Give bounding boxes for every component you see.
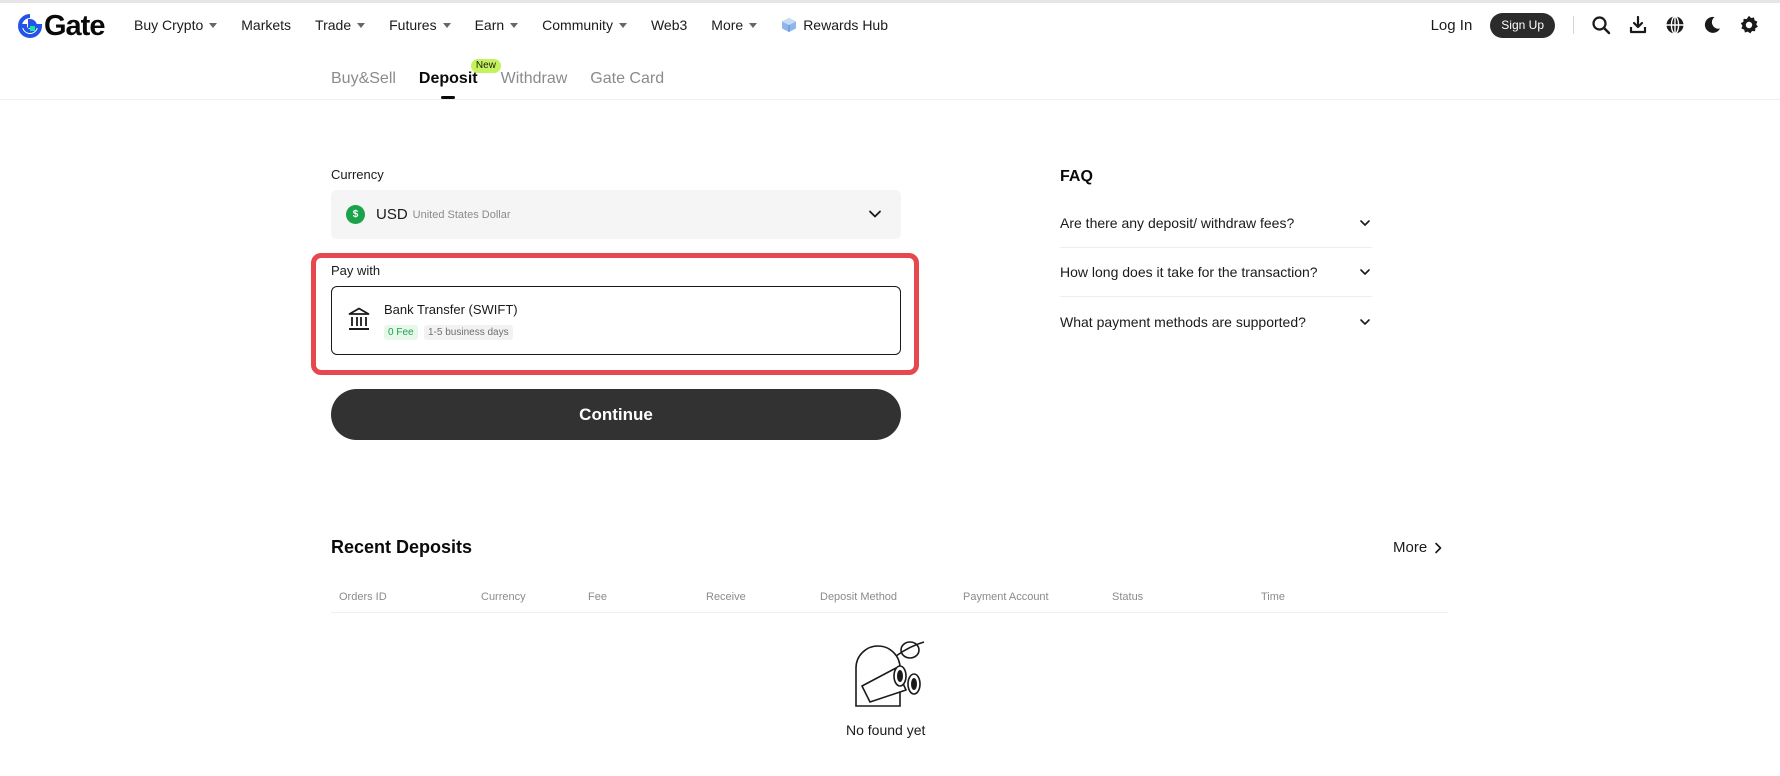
faq-item-fees[interactable]: Are there any deposit/ withdraw fees? [1060, 199, 1372, 248]
caret-down-icon [357, 22, 366, 28]
nav-trade[interactable]: Trade [315, 3, 366, 47]
column-status: Status [1112, 591, 1144, 603]
new-badge: New [470, 59, 501, 73]
nav-futures[interactable]: Futures [389, 3, 451, 47]
caret-down-icon [618, 22, 627, 28]
signup-button[interactable]: Sign Up [1490, 12, 1555, 38]
caret-down-icon [510, 22, 519, 28]
caret-down-icon [209, 22, 218, 28]
chevron-down-icon [1360, 269, 1370, 275]
bank-icon [348, 307, 370, 330]
nav-label: Web3 [650, 17, 688, 33]
caret-down-icon [442, 22, 451, 28]
nav-buy-crypto[interactable]: Buy Crypto [134, 3, 218, 47]
header-actions: Log In Sign Up [1431, 3, 1780, 47]
nav-rewards-hub[interactable]: Rewards Hub [781, 3, 888, 47]
nav-markets[interactable]: Markets [241, 3, 291, 47]
currency-select[interactable]: $ USD United States Dollar [331, 190, 901, 239]
nav-label: Earn [474, 17, 505, 33]
nav-label: More [711, 17, 744, 33]
chevron-down-icon [869, 210, 881, 218]
payment-method-title: Bank Transfer (SWIFT) [384, 302, 518, 317]
currency-code: USD [376, 206, 408, 223]
nav-label: Trade [315, 17, 352, 33]
recent-deposits-more-link[interactable]: More [1393, 539, 1443, 556]
download-icon[interactable] [1627, 14, 1649, 36]
header-divider [1573, 16, 1574, 34]
payment-method-bank-transfer[interactable]: Bank Transfer (SWIFT) 0 Fee 1-5 business… [331, 286, 901, 355]
top-header: Gate Buy Crypto Markets Trade Futures Ea… [0, 3, 1780, 47]
empty-state-text: No found yet [846, 722, 926, 738]
nav-more[interactable]: More [711, 3, 758, 47]
gift-box-icon [782, 18, 797, 32]
column-fee: Fee [588, 591, 607, 603]
tab-buy-sell[interactable]: Buy&Sell [331, 48, 396, 99]
main-nav: Buy Crypto Markets Trade Futures Earn Co… [134, 3, 912, 47]
tab-withdraw[interactable]: Withdraw [501, 48, 568, 99]
faq-question: What payment methods are supported? [1060, 313, 1306, 330]
faq-title: FAQ [1060, 168, 1093, 185]
login-link[interactable]: Log In [1431, 17, 1473, 34]
column-time: Time [1261, 591, 1286, 603]
column-payment-account: Payment Account [963, 591, 1049, 603]
faq-item-methods[interactable]: What payment methods are supported? [1060, 297, 1372, 346]
caret-down-icon [749, 22, 758, 28]
chevron-right-icon [1435, 542, 1442, 553]
nav-community[interactable]: Community [542, 3, 627, 47]
nav-label: Community [542, 17, 613, 33]
more-label: More [1393, 539, 1428, 556]
nav-web3[interactable]: Web3 [651, 3, 687, 47]
faq-question: Are there any deposit/ withdraw fees? [1060, 215, 1295, 231]
currency-name: United States Dollar [412, 208, 511, 221]
moon-icon[interactable] [1701, 14, 1723, 36]
recent-deposits-table-header: Orders ID Currency Fee Receive Deposit M… [331, 588, 1448, 613]
continue-button[interactable]: Continue [331, 389, 901, 440]
nav-earn[interactable]: Earn [475, 3, 519, 47]
gate-logo[interactable]: Gate [18, 10, 105, 42]
pay-with-label: Pay with [331, 263, 381, 278]
processing-time-tag: 1-5 business days [424, 325, 513, 340]
logo-text: Gate [44, 10, 105, 42]
currency-label: Currency [331, 167, 384, 182]
column-receive: Receive [706, 591, 746, 603]
nav-label: Buy Crypto [134, 17, 204, 33]
recent-deposits-title: Recent Deposits [331, 537, 473, 557]
nav-label: Futures [389, 17, 437, 33]
tab-gate-card[interactable]: Gate Card [590, 48, 664, 99]
faq-item-duration[interactable]: How long does it take for the transactio… [1060, 248, 1372, 297]
settings-icon[interactable] [1738, 14, 1760, 36]
rewards-hub-label: Rewards Hub [803, 17, 889, 33]
tab-deposit[interactable]: Deposit New [418, 48, 501, 99]
deposit-subtabs: Buy&Sell Deposit New Withdraw Gate Card [331, 48, 687, 99]
faq-question: How long does it take for the transactio… [1060, 264, 1318, 280]
subtabs-divider [0, 99, 1780, 100]
globe-icon[interactable] [1664, 14, 1686, 36]
column-currency: Currency [481, 591, 526, 603]
search-icon[interactable] [1590, 14, 1612, 36]
empty-binoculars-icon [855, 641, 925, 707]
chevron-down-icon [1360, 220, 1370, 226]
nav-label: Markets [241, 17, 292, 33]
column-deposit-method: Deposit Method [820, 591, 898, 603]
chevron-down-icon [1360, 318, 1370, 325]
fee-tag: 0 Fee [384, 325, 418, 340]
column-orders-id: Orders ID [339, 591, 387, 603]
tab-deposit-label: Deposit [418, 70, 478, 87]
gate-logo-icon [18, 14, 42, 38]
dollar-icon: $ [346, 205, 365, 224]
